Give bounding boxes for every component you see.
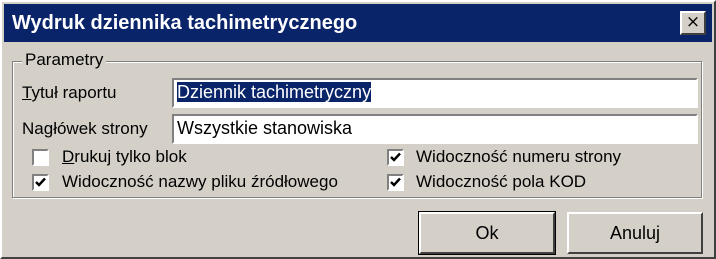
page-header-input[interactable]: Wszystkie stanowiska (172, 114, 698, 144)
show-page-number-label[interactable]: Widoczność numeru strony (416, 147, 621, 167)
page-header-label: Nagłówek strony (22, 119, 148, 139)
close-icon: × (685, 12, 701, 32)
print-block-only-checkbox[interactable] (32, 149, 49, 166)
show-kod-field-label[interactable]: Widoczność pola KOD (416, 172, 586, 192)
checkmark-icon (390, 152, 401, 162)
cancel-button[interactable]: Anuluj (567, 212, 703, 254)
report-title-label: Tytuł raportu (22, 83, 117, 103)
checkmark-icon (35, 177, 46, 187)
dialog-window: Wydruk dziennika tachimetrycznego × Para… (0, 0, 716, 259)
page-header-label-after: łówek strony (53, 119, 148, 138)
ok-button[interactable]: Ok (418, 211, 556, 255)
report-title-label-rest: ytuł raportu (31, 83, 117, 102)
show-source-filename-checkbox[interactable] (32, 174, 49, 191)
report-title-value: Dziennik tachimetryczny (177, 82, 372, 102)
window-title: Wydruk dziennika tachimetrycznego (12, 12, 358, 34)
show-source-filename-label[interactable]: Widoczność nazwy pliku źródłowego (62, 172, 338, 192)
show-page-number-checkbox[interactable] (387, 149, 404, 166)
parameters-group-legend: Parametry (22, 50, 107, 70)
print-block-only-label-accel: D (62, 147, 75, 166)
title-bar[interactable]: Wydruk dziennika tachimetrycznego × (4, 4, 712, 42)
checkmark-icon (390, 177, 401, 187)
page-header-label-accel: g (43, 119, 54, 138)
page-header-label-before: Na (22, 119, 44, 138)
show-kod-field-checkbox[interactable] (387, 174, 404, 191)
print-block-only-label[interactable]: Drukuj tylko blok (62, 147, 187, 167)
close-button[interactable]: × (680, 11, 706, 35)
page-header-value: Wszystkie stanowiska (177, 118, 353, 138)
print-block-only-label-rest: rukuj tylko blok (74, 147, 187, 166)
report-title-input[interactable]: Dziennik tachimetryczny (172, 78, 698, 108)
